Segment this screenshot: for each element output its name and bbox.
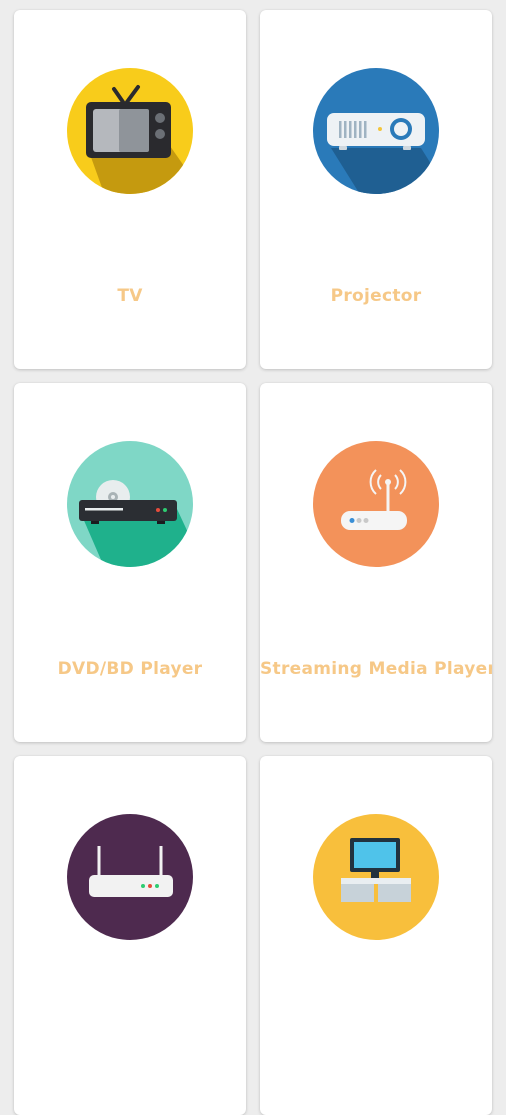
device-card-tv-stand[interactable] [260,756,492,1115]
streaming-player-icon [311,439,441,569]
router-icon [65,812,195,942]
device-label: Streaming Media Player [260,659,492,679]
device-card-projector[interactable]: Projector [260,10,492,369]
device-card-dvd-player[interactable]: DVD/BD Player [14,383,246,742]
dvd-player-icon [65,439,195,569]
device-label: TV [117,286,143,306]
device-card-router[interactable] [14,756,246,1115]
device-label: Projector [330,286,422,306]
device-card-tv[interactable]: TV [14,10,246,369]
device-card-streaming-media-player[interactable]: Streaming Media Player [260,383,492,742]
device-label: DVD/BD Player [57,659,203,679]
projector-icon [311,66,441,196]
tv-stand-icon [311,812,441,942]
tv-icon [65,66,195,196]
